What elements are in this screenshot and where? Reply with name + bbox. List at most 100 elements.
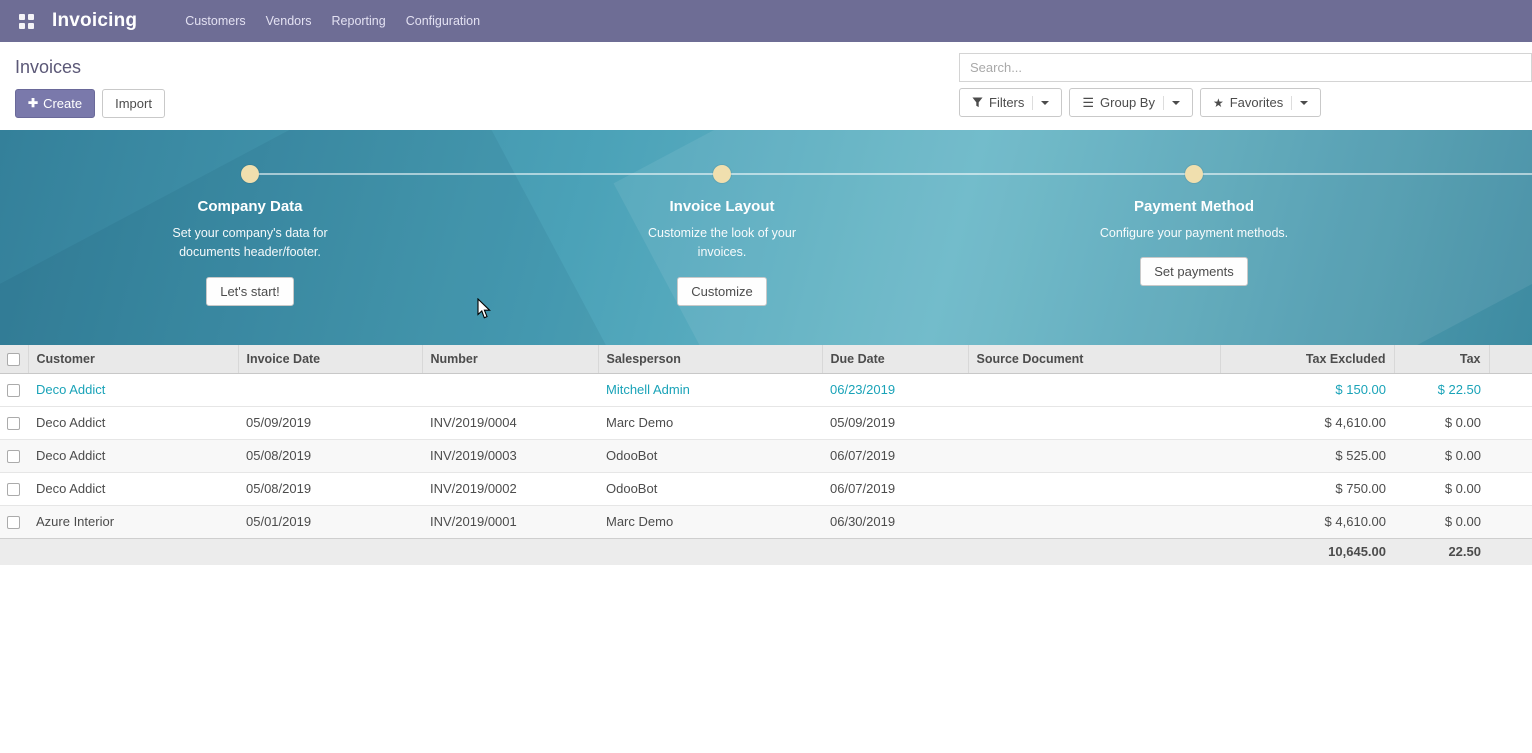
col-header-tax[interactable]: Tax [1394, 345, 1489, 373]
step-dot-icon [713, 165, 731, 183]
view-controls: Filters ☰ Group By ★ Favorites [959, 88, 1532, 117]
cell-spacer [1489, 373, 1532, 406]
star-icon: ★ [1213, 97, 1224, 109]
total-tax: 22.50 [1394, 538, 1489, 565]
group-by-button[interactable]: ☰ Group By [1069, 88, 1193, 117]
top-navbar: Invoicing Customers Vendors Reporting Co… [0, 0, 1532, 42]
col-header-number[interactable]: Number [422, 345, 598, 373]
row-checkbox-cell [0, 439, 28, 472]
cell-salesperson: Marc Demo [598, 406, 822, 439]
lets-start-button[interactable]: Let's start! [206, 277, 294, 306]
cell-source-document [968, 472, 1220, 505]
group-by-icon: ☰ [1082, 96, 1094, 109]
cell-spacer [1489, 406, 1532, 439]
select-all-checkbox[interactable] [7, 353, 20, 366]
button-divider [1032, 96, 1033, 110]
control-panel: Invoices ✚ Create Import Filters ☰ [0, 42, 1532, 130]
invoice-row[interactable]: Deco Addict Mitchell Admin 06/23/2019 $ … [0, 373, 1532, 406]
col-header-customer[interactable]: Customer [28, 345, 238, 373]
invoice-row[interactable]: Deco Addict 05/09/2019 INV/2019/0004 Mar… [0, 406, 1532, 439]
cell-spacer [1489, 472, 1532, 505]
select-all-header [0, 345, 28, 373]
totals-row: 10,645.00 22.50 [0, 538, 1532, 565]
totals-empty-cell [0, 538, 28, 565]
totals-empty-cell [422, 538, 598, 565]
favorites-button[interactable]: ★ Favorites [1200, 88, 1321, 117]
cell-invoice-date [238, 373, 422, 406]
menu-configuration[interactable]: Configuration [396, 0, 490, 42]
cell-tax: $ 22.50 [1394, 373, 1489, 406]
control-panel-right: Filters ☰ Group By ★ Favorites [959, 53, 1532, 118]
cell-customer: Deco Addict [28, 439, 238, 472]
control-panel-left: Invoices ✚ Create Import [15, 53, 165, 118]
filters-label: Filters [989, 94, 1024, 111]
cell-customer: Deco Addict [28, 406, 238, 439]
filters-button[interactable]: Filters [959, 88, 1062, 117]
invoice-row[interactable]: Deco Addict 05/08/2019 INV/2019/0002 Odo… [0, 472, 1532, 505]
totals-empty-cell [598, 538, 822, 565]
cell-invoice-date: 05/09/2019 [238, 406, 422, 439]
row-checkbox[interactable] [7, 516, 20, 529]
col-header-due-date[interactable]: Due Date [822, 345, 968, 373]
create-button[interactable]: ✚ Create [15, 89, 95, 118]
onboarding-step-invoice-layout: Invoice Layout Customize the look of you… [486, 130, 958, 306]
menu-reporting[interactable]: Reporting [322, 0, 396, 42]
cell-tax: $ 0.00 [1394, 472, 1489, 505]
row-checkbox[interactable] [7, 450, 20, 463]
step-title: Company Data [197, 198, 302, 215]
step-dot-icon [241, 165, 259, 183]
cell-salesperson: OdooBot [598, 439, 822, 472]
totals-empty-cell [968, 538, 1220, 565]
col-header-salesperson[interactable]: Salesperson [598, 345, 822, 373]
search-input[interactable] [959, 53, 1532, 82]
row-checkbox-cell [0, 505, 28, 538]
app-title[interactable]: Invoicing [52, 10, 137, 32]
cell-due-date: 06/23/2019 [822, 373, 968, 406]
page-title: Invoices [15, 53, 165, 82]
col-header-spacer [1489, 345, 1532, 373]
import-button[interactable]: Import [102, 89, 165, 118]
row-checkbox-cell [0, 472, 28, 505]
cell-due-date: 05/09/2019 [822, 406, 968, 439]
cell-invoice-date: 05/01/2019 [238, 505, 422, 538]
step-description: Customize the look of your invoices. [622, 224, 822, 263]
cell-source-document [968, 439, 1220, 472]
set-payments-button[interactable]: Set payments [1140, 257, 1248, 286]
cell-tax-excluded: $ 750.00 [1220, 472, 1394, 505]
customize-button[interactable]: Customize [677, 277, 766, 306]
plus-icon: ✚ [28, 95, 38, 112]
step-title: Invoice Layout [669, 198, 774, 215]
totals-empty-cell [28, 538, 238, 565]
cell-tax-excluded: $ 150.00 [1220, 373, 1394, 406]
step-title: Payment Method [1134, 198, 1254, 215]
col-header-invoice-date[interactable]: Invoice Date [238, 345, 422, 373]
row-checkbox[interactable] [7, 384, 20, 397]
create-button-label: Create [43, 95, 82, 112]
invoice-row[interactable]: Azure Interior 05/01/2019 INV/2019/0001 … [0, 505, 1532, 538]
cell-source-document [968, 406, 1220, 439]
cell-number [422, 373, 598, 406]
row-checkbox[interactable] [7, 417, 20, 430]
button-divider [1163, 96, 1164, 110]
menu-customers[interactable]: Customers [175, 0, 255, 42]
invoice-list-table: Customer Invoice Date Number Salesperson… [0, 345, 1532, 565]
cell-tax: $ 0.00 [1394, 505, 1489, 538]
col-header-tax-excluded[interactable]: Tax Excluded [1220, 345, 1394, 373]
cell-tax-excluded: $ 4,610.00 [1220, 406, 1394, 439]
col-header-source-document[interactable]: Source Document [968, 345, 1220, 373]
cell-number: INV/2019/0003 [422, 439, 598, 472]
totals-empty-cell [822, 538, 968, 565]
menu-vendors[interactable]: Vendors [256, 0, 322, 42]
chevron-down-icon [1300, 101, 1308, 105]
cell-tax: $ 0.00 [1394, 439, 1489, 472]
cell-tax-excluded: $ 525.00 [1220, 439, 1394, 472]
apps-grid-icon[interactable] [12, 7, 40, 35]
chevron-down-icon [1172, 101, 1180, 105]
cell-salesperson: Mitchell Admin [598, 373, 822, 406]
invoice-row[interactable]: Deco Addict 05/08/2019 INV/2019/0003 Odo… [0, 439, 1532, 472]
row-checkbox[interactable] [7, 483, 20, 496]
cell-number: INV/2019/0002 [422, 472, 598, 505]
row-checkbox-cell [0, 373, 28, 406]
cell-invoice-date: 05/08/2019 [238, 472, 422, 505]
cell-customer: Deco Addict [28, 472, 238, 505]
